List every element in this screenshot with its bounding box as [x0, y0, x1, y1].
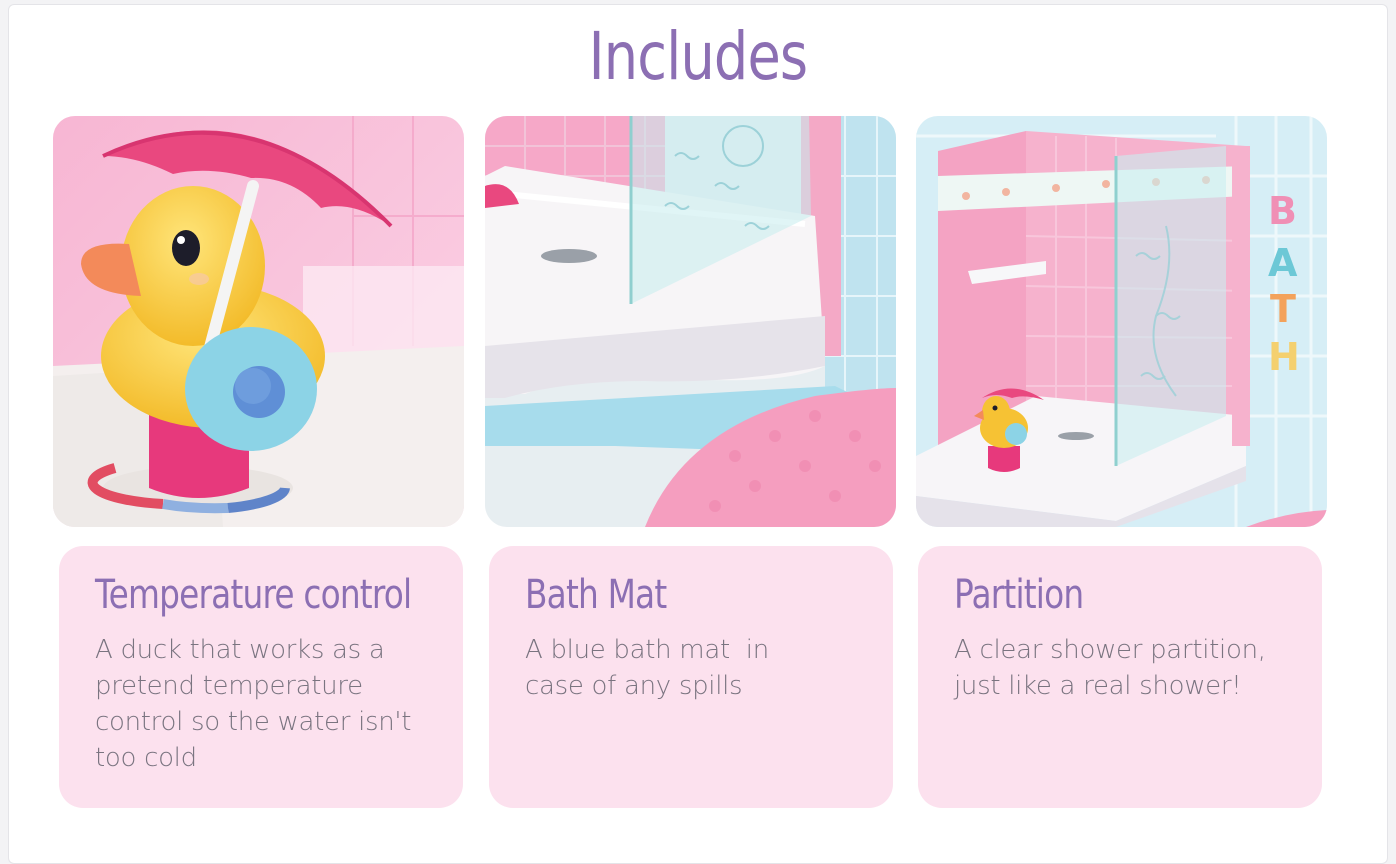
feature-card-temperature-control: Temperature control A duck that works as…: [59, 546, 463, 808]
shower-partition-image: B A T H: [916, 116, 1327, 527]
bath-mat-image: [485, 116, 896, 527]
wall-letter-h: H: [1268, 335, 1300, 379]
wall-letter-t: T: [1270, 287, 1296, 331]
feature-description: A clear shower partition, just like a re…: [954, 635, 1266, 701]
feature-heading: Bath Mat: [525, 572, 667, 618]
feature-description: A duck that works as a pretend temperatu…: [95, 635, 412, 773]
feature-heading: Temperature control: [95, 572, 412, 618]
feature-card-bath-mat: Bath Mat A blue bath mat in case of any …: [489, 546, 893, 808]
page-title: Includes: [588, 18, 808, 95]
feature-description: A blue bath mat in case of any spills: [525, 635, 777, 701]
wall-letter-a: A: [1268, 241, 1298, 285]
wall-letter-b: B: [1268, 189, 1297, 233]
feature-card-partition: Partition A clear shower partition, just…: [918, 546, 1322, 808]
duck-temperature-control-image: [53, 116, 464, 527]
feature-heading: Partition: [954, 572, 1084, 618]
